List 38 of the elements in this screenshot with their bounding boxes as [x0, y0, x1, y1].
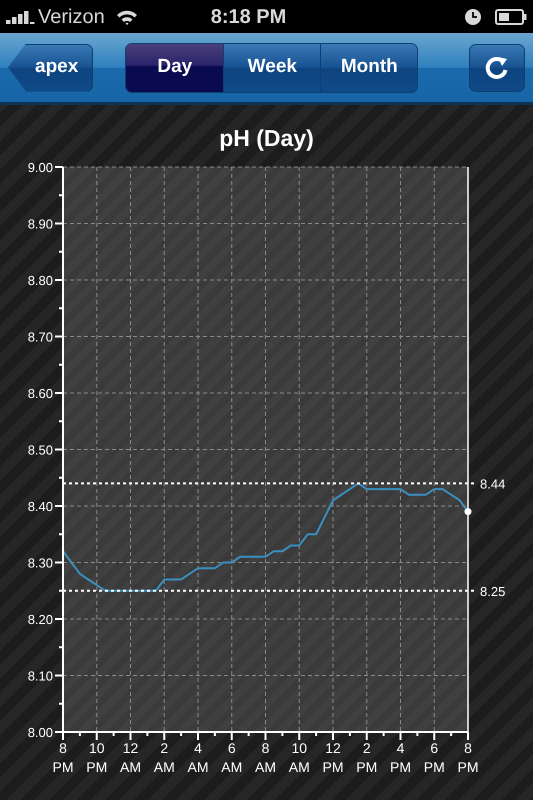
refresh-icon	[484, 54, 510, 80]
signal-icon	[6, 10, 36, 24]
refresh-button[interactable]	[469, 44, 525, 92]
x-axis-label: 2 AM	[154, 740, 175, 775]
x-axis-label: 10 PM	[86, 740, 108, 775]
x-axis-label: 8 PM	[458, 740, 478, 775]
battery-icon	[495, 8, 527, 24]
x-axis-label: 8 AM	[255, 740, 276, 775]
x-axis-label: 10 AM	[288, 740, 310, 775]
y-axis-label: 9.00	[28, 160, 53, 175]
x-axis-label: 4 PM	[390, 740, 411, 775]
y-axis-label: 8.50	[28, 442, 53, 458]
y-axis-label: 8.60	[28, 386, 53, 401]
y-axis-label: 8.40	[28, 499, 53, 514]
y-axis-label: 8.90	[28, 216, 53, 232]
chart-title: pH (Day)	[219, 124, 314, 153]
back-button[interactable]: apex	[8, 44, 94, 92]
y-axis-label: 8.00	[28, 725, 53, 740]
y-axis-label: 8.20	[28, 612, 53, 627]
x-axis-label: 8 PM	[52, 740, 74, 775]
x-axis-label: 2 PM	[356, 740, 378, 775]
clock-icon	[465, 8, 481, 24]
segment-tab[interactable]: Month	[320, 44, 418, 92]
y-axis-label: 8.80	[28, 273, 53, 288]
segment-tab[interactable]: Day	[126, 44, 224, 92]
threshold-label: 8.44	[480, 476, 506, 492]
x-axis-label: 6 AM	[221, 740, 242, 775]
x-axis-label: 12 PM	[322, 740, 344, 775]
segment-tab[interactable]: Week	[223, 44, 320, 92]
x-axis-label: 4 AM	[188, 740, 208, 775]
y-axis-label: 8.70	[28, 330, 53, 344]
status-time: 8:18 PM	[210, 4, 286, 30]
y-axis-label: 8.30	[28, 556, 53, 570]
carrier-name: Verizon	[38, 4, 105, 30]
x-axis-label: 12 AM	[120, 740, 141, 775]
y-axis-label: 8.10	[28, 668, 53, 684]
threshold-label: 8.25	[480, 584, 506, 599]
x-axis-label: 6 PM	[424, 740, 445, 775]
